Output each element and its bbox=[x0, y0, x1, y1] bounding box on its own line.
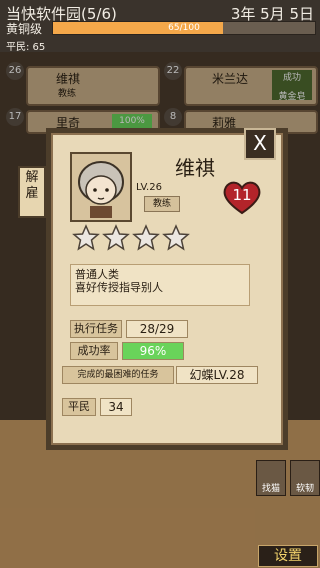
find-cat-button[interactable]: 找猫 bbox=[256, 460, 286, 496]
character-portrait bbox=[70, 152, 132, 222]
character-name: 维祺 bbox=[175, 156, 215, 180]
find-cat-label: 找猫 bbox=[261, 484, 280, 494]
soft-label: 软韧 bbox=[295, 484, 314, 494]
star-icon bbox=[72, 224, 100, 251]
stat-label-missions: 执行任务 bbox=[70, 320, 122, 338]
close-button[interactable]: X bbox=[244, 128, 276, 160]
star-icon bbox=[162, 224, 190, 251]
star-icon bbox=[132, 224, 160, 251]
gold-readout: 平民: 65 bbox=[6, 42, 46, 53]
stat-value-missions: 28/29 bbox=[126, 320, 188, 338]
settings-button[interactable]: 设置 bbox=[258, 545, 318, 567]
stat-value-success-rate: 96% bbox=[122, 342, 184, 360]
stat-label-commoner: 平民 bbox=[62, 398, 96, 416]
xp-bar: 65/100 bbox=[52, 21, 316, 35]
character-job-badge: 教练 bbox=[144, 196, 180, 212]
description-line: 普通人类 bbox=[75, 268, 119, 281]
soft-button[interactable]: 软韧 bbox=[290, 460, 320, 496]
xp-text: 65/100 bbox=[168, 23, 200, 33]
rank-label: 黄铜级 bbox=[6, 22, 43, 36]
stat-value-hardest: 幻蝶LV.28 bbox=[176, 366, 258, 384]
character-description: 普通人类 喜好传授指导别人 bbox=[70, 264, 250, 306]
star-icon bbox=[102, 224, 130, 251]
description-line: 喜好传授指导别人 bbox=[75, 281, 163, 294]
stat-value-commoner: 34 bbox=[100, 398, 132, 416]
stat-label-hardest: 完成的最困难的任务 bbox=[62, 366, 174, 384]
fire-button-label: 解雇 bbox=[25, 170, 39, 201]
heart-value: 11 bbox=[232, 186, 252, 204]
stat-label-success-rate: 成功率 bbox=[70, 342, 118, 360]
character-level: LV.26 bbox=[136, 182, 162, 193]
fire-button[interactable]: 解雇 bbox=[18, 166, 46, 218]
